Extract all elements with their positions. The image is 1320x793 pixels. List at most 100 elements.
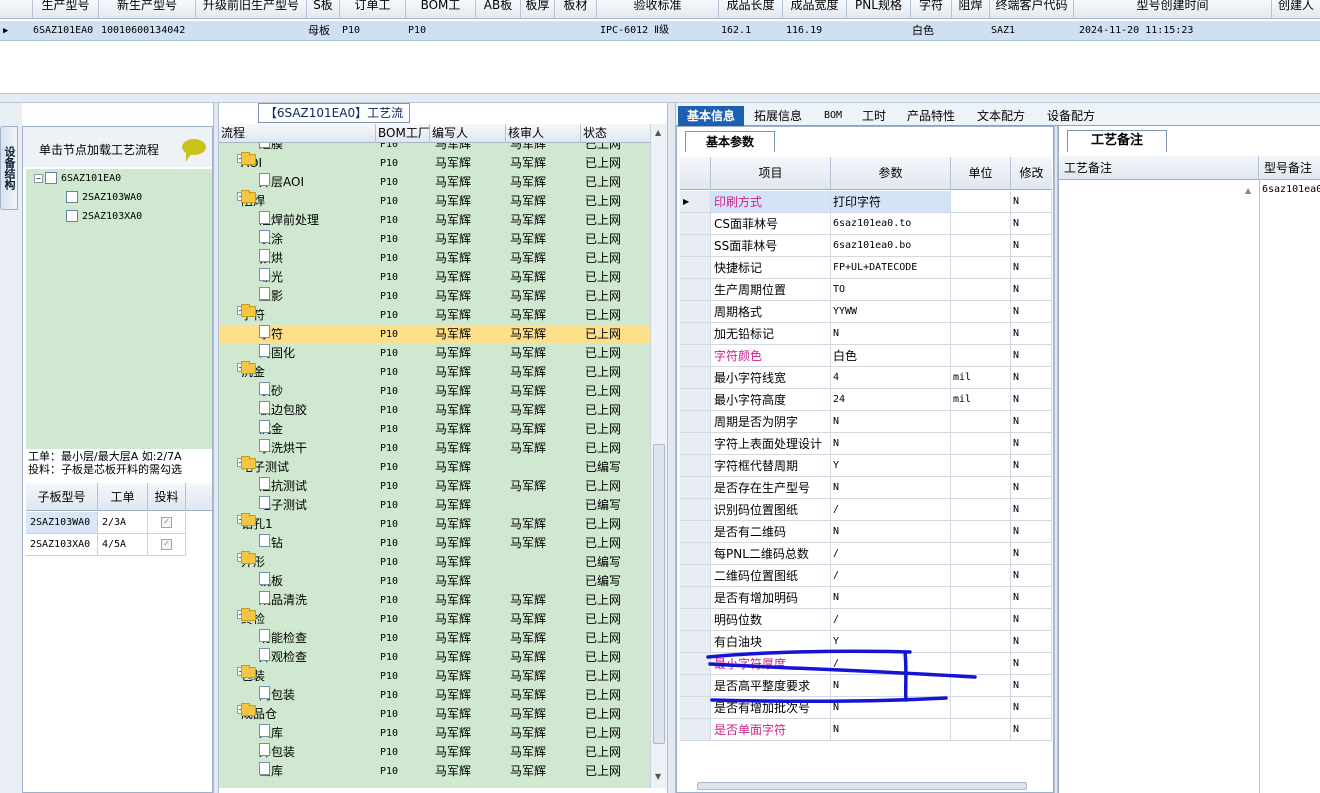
col-header[interactable]: 状态 bbox=[581, 124, 650, 143]
flow-row[interactable]: 铣板 P10 马军辉 已编写 bbox=[219, 572, 650, 591]
flow-row[interactable]: −AOI P10 马军辉 马军辉 已上网 bbox=[219, 152, 650, 173]
param-unit[interactable] bbox=[951, 477, 1011, 499]
param-unit[interactable] bbox=[951, 455, 1011, 477]
bom-cell[interactable]: P10 bbox=[380, 553, 398, 572]
bom-cell[interactable]: P10 bbox=[380, 667, 398, 686]
writer-cell[interactable]: 马军辉 bbox=[435, 648, 471, 667]
flow-row[interactable]: 阻抗测试 P10 马军辉 马军辉 已上网 bbox=[219, 477, 650, 496]
flow-step[interactable]: 外观检查 bbox=[259, 648, 307, 667]
flow-step[interactable]: 内包装 bbox=[259, 686, 295, 705]
flow-step[interactable]: 阻焊前处理 bbox=[259, 211, 319, 230]
col-header[interactable]: 订单工 bbox=[340, 0, 406, 19]
status-cell[interactable]: 已上网 bbox=[585, 192, 621, 211]
bom-cell[interactable]: P10 bbox=[380, 458, 398, 477]
param-modified[interactable]: N bbox=[1011, 675, 1052, 697]
col-header[interactable]: 投料 bbox=[148, 483, 186, 511]
flow-row[interactable]: 退膜 P10 马军辉 马军辉 已上网 bbox=[219, 143, 650, 154]
bom-cell[interactable]: P10 bbox=[380, 610, 398, 629]
param-value[interactable]: N bbox=[831, 433, 951, 455]
param-modified[interactable]: N bbox=[1011, 455, 1052, 477]
writer-cell[interactable]: 马军辉 bbox=[435, 610, 471, 629]
col-header[interactable]: 板材 bbox=[555, 0, 597, 19]
col-header[interactable]: 修改 bbox=[1011, 157, 1052, 190]
status-cell[interactable]: 已上网 bbox=[585, 401, 621, 420]
flow-row[interactable]: −沉金 P10 马军辉 马军辉 已上网 bbox=[219, 361, 650, 382]
reviewer-cell[interactable]: 马军辉 bbox=[510, 610, 546, 629]
status-cell[interactable]: 已上网 bbox=[585, 230, 621, 249]
flow-row[interactable]: −电子测试 P10 马军辉 已编写 bbox=[219, 456, 650, 477]
param-modified[interactable]: N bbox=[1011, 345, 1052, 367]
writer-cell[interactable]: 马军辉 bbox=[435, 534, 471, 553]
writer-cell[interactable]: 马军辉 bbox=[435, 629, 471, 648]
row-indicator[interactable]: ▶ bbox=[680, 191, 711, 213]
param-modified[interactable]: N bbox=[1011, 235, 1052, 257]
param-value[interactable]: Y bbox=[831, 455, 951, 477]
param-modified[interactable]: N bbox=[1011, 433, 1052, 455]
param-value[interactable]: 24 bbox=[831, 389, 951, 411]
reviewer-cell[interactable]: 马军辉 bbox=[510, 439, 546, 458]
status-cell[interactable]: 已编写 bbox=[585, 572, 621, 591]
reviewer-cell[interactable]: 马军辉 bbox=[510, 249, 546, 268]
param-unit[interactable] bbox=[951, 257, 1011, 279]
row-indicator[interactable] bbox=[680, 301, 711, 323]
sub-cell-order[interactable]: 4/5A bbox=[98, 534, 148, 556]
param-value[interactable]: N bbox=[831, 477, 951, 499]
bom-cell[interactable]: P10 bbox=[380, 382, 398, 401]
flow-row[interactable]: 外观检查 P10 马军辉 马军辉 已上网 bbox=[219, 648, 650, 667]
cell-length[interactable]: 162.1 bbox=[721, 21, 751, 41]
writer-cell[interactable]: 马军辉 bbox=[435, 439, 471, 458]
cell-standard[interactable]: IPC-6012 Ⅱ级 bbox=[600, 21, 669, 41]
param-modified[interactable]: N bbox=[1011, 499, 1052, 521]
horizontal-splitter[interactable] bbox=[0, 93, 1320, 103]
param-value[interactable]: N bbox=[831, 411, 951, 433]
col-header[interactable]: 验收标准 bbox=[597, 0, 719, 19]
flow-row[interactable]: 阻焊前处理 P10 马军辉 马军辉 已上网 bbox=[219, 211, 650, 230]
col-header[interactable]: BOM工 bbox=[406, 0, 476, 19]
status-cell[interactable]: 已上网 bbox=[585, 143, 621, 154]
param-unit[interactable] bbox=[951, 411, 1011, 433]
sub-cell-model[interactable]: 2SAZ103WA0 bbox=[26, 512, 98, 534]
param-modified[interactable]: N bbox=[1011, 719, 1052, 741]
flow-row[interactable]: −外形 P10 马军辉 已编写 bbox=[219, 551, 650, 572]
reviewer-cell[interactable]: 马军辉 bbox=[510, 705, 546, 724]
tab-product-features[interactable]: 产品特性 bbox=[902, 106, 960, 126]
param-modified[interactable]: N bbox=[1011, 367, 1052, 389]
param-modified[interactable]: N bbox=[1011, 653, 1052, 675]
status-cell[interactable]: 已上网 bbox=[585, 154, 621, 173]
flow-row[interactable]: 入库 P10 马军辉 马军辉 已上网 bbox=[219, 724, 650, 743]
flow-row[interactable]: −终检 P10 马军辉 马军辉 已上网 bbox=[219, 608, 650, 629]
param-value[interactable]: FP+UL+DATECODE bbox=[831, 257, 951, 279]
flow-step[interactable]: −电子测试 bbox=[237, 456, 289, 477]
status-cell[interactable]: 已上网 bbox=[585, 743, 621, 762]
cell-s-board[interactable]: 母板 bbox=[308, 21, 330, 41]
flow-step[interactable]: 成品清洗 bbox=[259, 591, 307, 610]
bom-cell[interactable]: P10 bbox=[380, 154, 398, 173]
bom-cell[interactable]: P10 bbox=[380, 344, 398, 363]
writer-cell[interactable]: 马军辉 bbox=[435, 420, 471, 439]
flow-step[interactable]: 字符 bbox=[259, 325, 283, 344]
writer-cell[interactable]: 马军辉 bbox=[435, 192, 471, 211]
bom-cell[interactable]: P10 bbox=[380, 401, 398, 420]
h-scrollbar[interactable] bbox=[697, 782, 1027, 790]
col-header[interactable]: 终端客户代码 bbox=[990, 0, 1074, 19]
flow-scrollbar[interactable]: ▲ ▼ bbox=[650, 124, 667, 788]
cell-customer[interactable]: SAZ1 bbox=[991, 21, 1015, 41]
row-indicator[interactable] bbox=[680, 279, 711, 301]
status-cell[interactable]: 已上网 bbox=[585, 667, 621, 686]
param-unit[interactable] bbox=[951, 345, 1011, 367]
flow-step[interactable]: −字符 bbox=[237, 304, 265, 325]
param-row[interactable]: 识别码位置图纸 / N bbox=[680, 499, 1052, 521]
flow-row[interactable]: 电子测试 P10 马军辉 已编写 bbox=[219, 496, 650, 515]
tree-node-child[interactable]: 2SAZ103WA0 bbox=[66, 190, 142, 206]
status-cell[interactable]: 已上网 bbox=[585, 477, 621, 496]
bom-cell[interactable]: P10 bbox=[380, 724, 398, 743]
reviewer-cell[interactable]: 马军辉 bbox=[510, 401, 546, 420]
param-row[interactable]: CS面菲林号 6saz101ea0.to N bbox=[680, 213, 1052, 235]
flow-step[interactable]: 出库 bbox=[259, 762, 283, 781]
tree-node-root[interactable]: − 6SAZ101EA0 bbox=[34, 171, 121, 187]
bom-cell[interactable]: P10 bbox=[380, 173, 398, 192]
param-modified[interactable]: N bbox=[1011, 323, 1052, 345]
flow-step[interactable]: 退膜 bbox=[259, 143, 283, 154]
col-header[interactable]: 阻焊 bbox=[952, 0, 990, 19]
row-indicator[interactable] bbox=[680, 345, 711, 367]
